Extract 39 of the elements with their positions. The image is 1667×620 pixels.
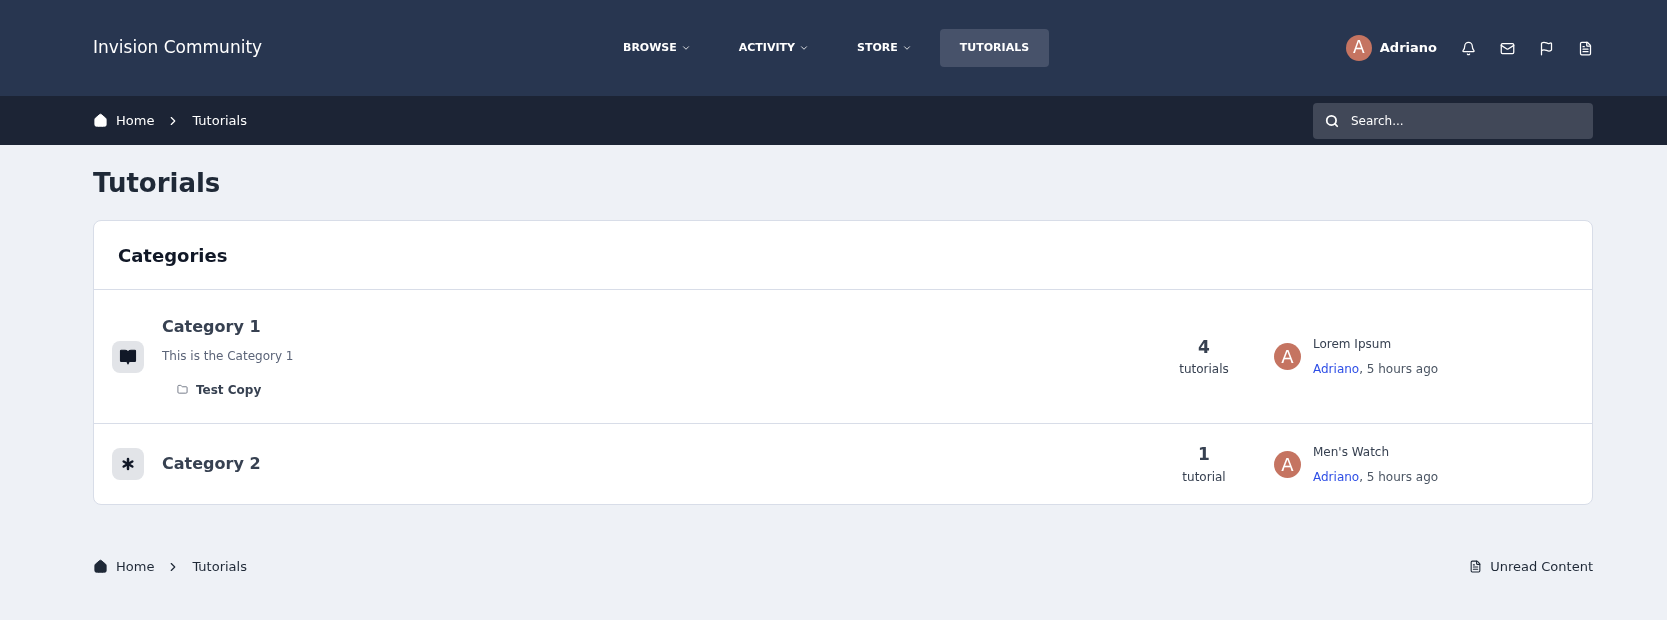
- last-item-title[interactable]: Lorem Ipsum: [1313, 335, 1439, 353]
- site-title[interactable]: Invision Community: [93, 35, 513, 61]
- category-title[interactable]: Category 1: [162, 314, 1154, 339]
- tutorial-count: 1: [1198, 443, 1210, 467]
- page-title: Tutorials: [93, 167, 222, 200]
- breadcrumb-link[interactable]: Home: [116, 557, 155, 577]
- document-icon[interactable]: [1578, 40, 1593, 56]
- post-time: , 5 hours ago: [1359, 361, 1439, 378]
- flag-icon[interactable]: [1539, 40, 1554, 56]
- user-name[interactable]: Adriano: [1379, 38, 1437, 58]
- caret-icon: [680, 43, 691, 53]
- nav-tab[interactable]: ACTIVITY: [718, 29, 830, 67]
- home-icon[interactable]: [93, 113, 108, 128]
- bell-icon[interactable]: [1461, 40, 1476, 56]
- caret-icon: [799, 43, 810, 53]
- nav-tab[interactable]: BROWSE: [603, 29, 711, 67]
- post-time: , 5 hours ago: [1359, 468, 1439, 486]
- category-description: This is the Category 1: [162, 347, 295, 365]
- last-item-title[interactable]: Men's Watch: [1313, 442, 1439, 461]
- nav-tab[interactable]: STORE: [837, 29, 932, 67]
- breadcrumb-link[interactable]: Home: [116, 110, 155, 131]
- unread-content-link[interactable]: Unread Content: [1469, 557, 1593, 577]
- count-label: tutorial: [1182, 468, 1226, 486]
- mail-icon[interactable]: [1500, 40, 1515, 56]
- subcategory-link[interactable]: Test Copy: [177, 380, 262, 399]
- tutorial-count: 4: [1198, 335, 1210, 359]
- nav-tab[interactable]: TUTORIALS: [939, 29, 1050, 67]
- search-icon: [1325, 113, 1339, 128]
- home-icon[interactable]: [93, 559, 108, 575]
- folder-icon: [177, 384, 188, 395]
- document-icon: [1469, 560, 1483, 574]
- card-heading: Categories: [94, 221, 1592, 290]
- breadcrumb-link[interactable]: Tutorials: [192, 110, 247, 131]
- caret-icon: [901, 43, 912, 53]
- category-title[interactable]: Category 2: [162, 452, 1154, 476]
- search-field[interactable]: Search...: [1313, 102, 1593, 139]
- book-icon: [119, 347, 137, 366]
- breadcrumb-link[interactable]: Tutorials: [192, 557, 247, 577]
- count-label: tutorials: [1179, 361, 1229, 379]
